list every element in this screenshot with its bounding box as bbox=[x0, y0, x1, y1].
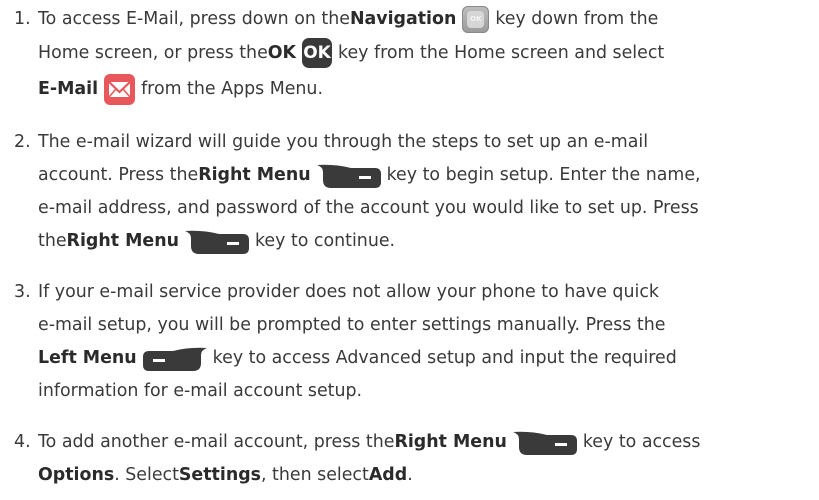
right-menu-key-icon bbox=[512, 429, 577, 455]
step-2-line-3: e-mail address, and password of the acco… bbox=[38, 198, 699, 218]
step-3-line-4: information for e-mail account setup. bbox=[38, 381, 363, 401]
step-4-line-2: Options . Select Settings , then select … bbox=[38, 465, 413, 485]
step-3-line-3: Left Menu key to access Advanced setup a… bbox=[38, 345, 677, 371]
right-menu-key-icon bbox=[184, 228, 249, 254]
step-4-line-1: To add another e-mail account, press the… bbox=[38, 429, 700, 455]
step-number: 4. bbox=[14, 432, 31, 452]
ok-key-icon: OK bbox=[302, 38, 333, 68]
step-2-line-2: account. Press the Right Menu key to beg… bbox=[38, 162, 701, 188]
step-number: 1. bbox=[14, 9, 31, 29]
right-menu-key-icon bbox=[316, 162, 381, 188]
step-number: 2. bbox=[14, 132, 31, 152]
step-2-line-1: The e-mail wizard will guide you through… bbox=[38, 132, 649, 152]
navigation-key-icon: OK bbox=[462, 5, 490, 33]
step-number: 3. bbox=[14, 282, 31, 302]
instructions-document: 1. To access E-Mail, press down on the N… bbox=[0, 0, 819, 500]
step-3-line-1: If your e-mail service provider does not… bbox=[38, 282, 659, 302]
step-3-line-2: e-mail setup, you will be prompted to en… bbox=[38, 315, 666, 335]
email-app-icon bbox=[104, 73, 136, 105]
step-2-line-4: the Right Menu key to continue. bbox=[38, 228, 395, 254]
step-1-line-2: Home screen, or press the OK OK key from… bbox=[38, 38, 664, 68]
step-1-line-3: E-Mail from the Apps Menu. bbox=[38, 73, 323, 105]
left-menu-key-icon bbox=[142, 345, 207, 371]
step-1-line-1: To access E-Mail, press down on the Navi… bbox=[38, 5, 658, 33]
